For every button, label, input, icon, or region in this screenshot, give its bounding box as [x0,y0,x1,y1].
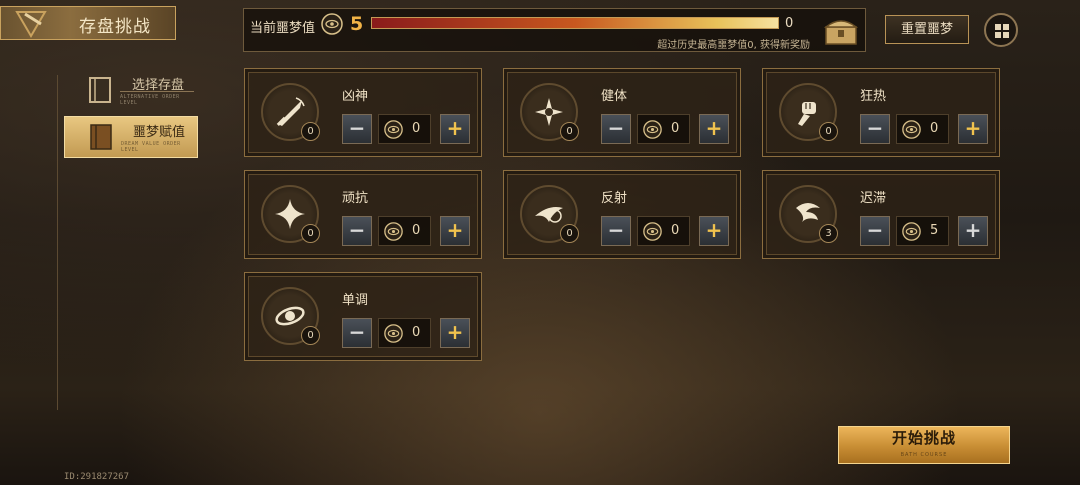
nav-item-nightmare-value[interactable]: 噩梦赋值 DREAM VALUE ORDER LEVEL [64,116,198,158]
value-number: 0 [671,121,680,136]
decrease-button[interactable]: − [342,114,372,144]
value-number: 0 [412,121,421,136]
modifier-card: 0 反射 − 0 + [503,170,741,259]
decrease-button[interactable]: − [860,114,890,144]
value-display: 0 [378,216,431,246]
value-display: 0 [378,318,431,348]
modifier-name: 健体 [601,89,628,104]
value-number: 0 [412,325,421,340]
nav-underline [120,91,194,92]
nightmare-value-max: 0 [785,16,794,31]
modifier-name: 顽抗 [342,191,369,206]
value-display: 0 [896,114,949,144]
value-number: 0 [412,223,421,238]
decrease-button[interactable]: − [601,216,631,246]
nav-item-sublabel: ALTERNATIVE ORDER LEVEL [120,94,180,106]
increase-button[interactable]: + [440,318,470,348]
value-number: 5 [930,223,939,238]
increase-button[interactable]: + [699,114,729,144]
value-number: 0 [671,223,680,238]
level-badge: 0 [819,122,838,141]
modifier-name: 凶神 [342,89,369,104]
value-display: 0 [637,114,690,144]
modifier-name: 迟滞 [860,191,887,206]
level-badge: 0 [301,326,320,345]
grid-menu-icon [995,24,1009,38]
nav-item-sublabel: DREAM VALUE ORDER LEVEL [121,141,181,153]
increase-button[interactable]: + [958,216,988,246]
decrease-button[interactable]: − [601,114,631,144]
eye-coin-icon [902,120,921,139]
modifier-card: 0 狂热 − 0 + [762,68,1000,157]
modifier-card: 3 迟滞 − 5 + [762,170,1000,259]
increase-button[interactable]: + [440,216,470,246]
nightmare-value-current: 5 [350,13,364,35]
modifier-card: 0 凶神 − 0 + [244,68,482,157]
modifier-card: 0 健体 − 0 + [503,68,741,157]
title-banner[interactable]: 存盘挑战 [0,6,176,40]
level-badge: 3 [819,224,838,243]
book-icon [89,77,111,103]
value-display: 0 [378,114,431,144]
nav-divider-line [57,75,58,410]
eye-coin-icon [384,324,403,343]
decrease-button[interactable]: − [342,216,372,246]
start-challenge-sublabel: BATH COURSE [900,452,948,458]
treasure-chest-icon[interactable] [823,15,859,47]
back-chevron-icon[interactable] [15,10,47,38]
level-badge: 0 [301,122,320,141]
eye-coin-icon [384,120,403,139]
eye-coin-icon [643,222,662,241]
modifier-name: 狂热 [860,89,887,104]
value-display: 5 [896,216,949,246]
increase-button[interactable]: + [958,114,988,144]
modifier-card: 0 顽抗 − 0 + [244,170,482,259]
reward-note: 超过历史最高噩梦值0, 获得新奖励 [657,40,810,51]
value-display: 0 [637,216,690,246]
modifier-name: 单调 [342,293,369,308]
eye-coin-icon [321,13,343,35]
decrease-button[interactable]: − [860,216,890,246]
page-title: 存盘挑战 [79,17,151,37]
start-challenge-label: 开始挑战 [891,429,956,447]
nightmare-value-label: 当前噩梦值 [250,21,316,36]
nightmare-value-panel: 当前噩梦值 5 0 超过历史最高噩梦值0, 获得新奖励 [243,8,866,52]
value-number: 0 [930,121,939,136]
player-id: ID:291827267 [64,472,130,482]
eye-coin-icon [902,222,921,241]
book-icon [90,124,112,150]
level-badge: 0 [560,224,579,243]
increase-button[interactable]: + [440,114,470,144]
eye-coin-icon [384,222,403,241]
modifier-card: 0 单调 − 0 + [244,272,482,361]
level-badge: 0 [560,122,579,141]
increase-button[interactable]: + [699,216,729,246]
level-badge: 0 [301,224,320,243]
decrease-button[interactable]: − [342,318,372,348]
nav-item-select-save[interactable]: 选择存盘 ALTERNATIVE ORDER LEVEL [64,70,198,112]
menu-button[interactable] [984,13,1018,47]
nav-item-label: 噩梦赋值 [133,125,186,140]
modifier-name: 反射 [601,191,628,206]
eye-coin-icon [643,120,662,139]
start-challenge-button[interactable]: 开始挑战 BATH COURSE [838,426,1010,464]
reset-nightmare-button[interactable]: 重置噩梦 [885,15,969,44]
nightmare-progress-bar [371,17,779,29]
